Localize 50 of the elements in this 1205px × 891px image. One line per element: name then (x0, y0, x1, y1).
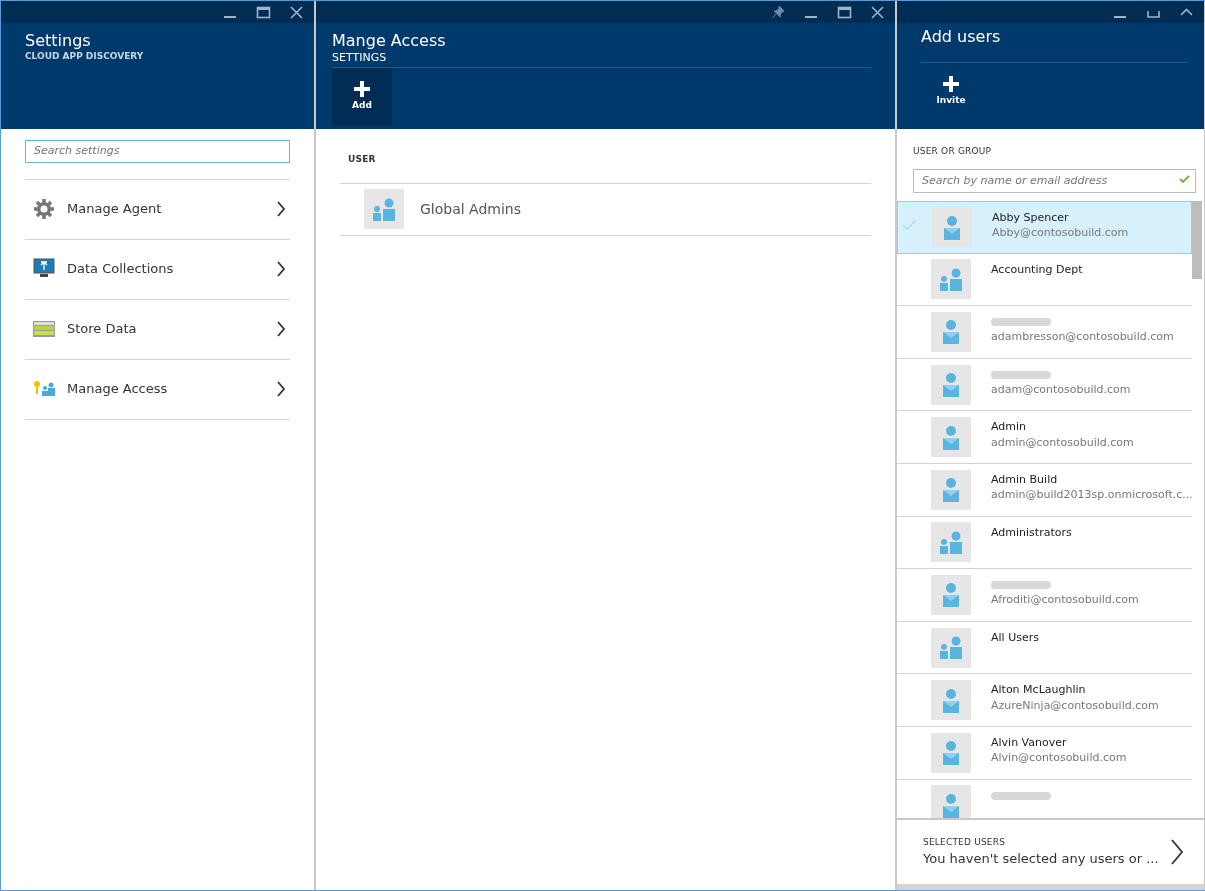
settings-item[interactable]: Data Collections (25, 239, 290, 300)
user-list-item[interactable]: Afroditi@contosobuild.com (897, 569, 1192, 622)
panel-title: Mange Access (332, 31, 447, 51)
chevron-right-icon (276, 201, 286, 217)
column-header: USER (347, 153, 377, 166)
user-list-item[interactable]: Administrators (897, 516, 1192, 570)
chevron-right-icon (276, 261, 286, 277)
panel-title: Settings (25, 31, 92, 51)
monitor-icon (33, 258, 55, 280)
user-list-item[interactable]: adambresson@contosobuild.com (897, 306, 1192, 359)
group-icon (939, 635, 963, 661)
user-list-item[interactable]: Abby Spencer Abby@contosobuild.com (897, 201, 1192, 254)
panel-subtitle: CLOUD APP DISCOVERY (25, 50, 145, 64)
close-icon[interactable] (289, 4, 304, 20)
user-list-item[interactable]: Accounting Dept (897, 253, 1192, 307)
user-row[interactable]: Global Admins (340, 183, 871, 236)
group-icon (372, 196, 396, 222)
command-button[interactable]: Add (332, 67, 392, 126)
scrollbar[interactable] (1192, 201, 1202, 279)
close-icon[interactable] (870, 4, 885, 20)
settings-item[interactable]: Manage Access (25, 359, 290, 420)
chevron-right-icon (276, 381, 286, 397)
user-list-item[interactable]: Admin admin@contosobuild.com (897, 411, 1192, 464)
search-field[interactable]: Search settings (25, 140, 290, 163)
user-list-item[interactable]: Admin Build admin@build2013sp.onmicrosoft.c... (897, 463, 1192, 517)
selected-users-footer[interactable]: SELECTED USERS You haven't selected any users or ... (897, 818, 1204, 890)
pin-icon[interactable] (771, 4, 786, 20)
section-label: USER OR GROUP (913, 145, 993, 158)
settings-item[interactable]: Store Data (25, 299, 290, 360)
group-icon (939, 529, 963, 555)
search-field[interactable]: Search by name or email address (913, 168, 1196, 193)
plus-icon (943, 76, 959, 93)
user-list-item[interactable]: adam@contosobuild.com (897, 358, 1192, 412)
chevron-right-icon (276, 321, 286, 337)
group-icon (939, 266, 963, 292)
checkmark-icon (902, 220, 916, 231)
user-list-item[interactable]: Alvin Vanover Alvin@contosobuild.com (897, 726, 1192, 780)
chevron-right-icon (1170, 839, 1184, 865)
maximize-icon[interactable] (837, 4, 852, 20)
command-button[interactable]: Invite (921, 63, 981, 122)
checkmark-icon (1179, 174, 1190, 184)
maximize-icon[interactable] (256, 4, 271, 20)
plus-icon (354, 80, 370, 97)
user-list-item[interactable]: Alton McLaughlin AzureNinja@contosobuild.com (897, 674, 1192, 727)
user-list-item[interactable]: All Users (897, 621, 1192, 675)
panel-title: Add users (921, 27, 1002, 47)
panel-subtitle: SETTINGS (332, 50, 388, 67)
gear-icon (33, 198, 55, 220)
settings-item[interactable]: Manage Agent (25, 179, 290, 240)
storage-icon (33, 318, 55, 340)
